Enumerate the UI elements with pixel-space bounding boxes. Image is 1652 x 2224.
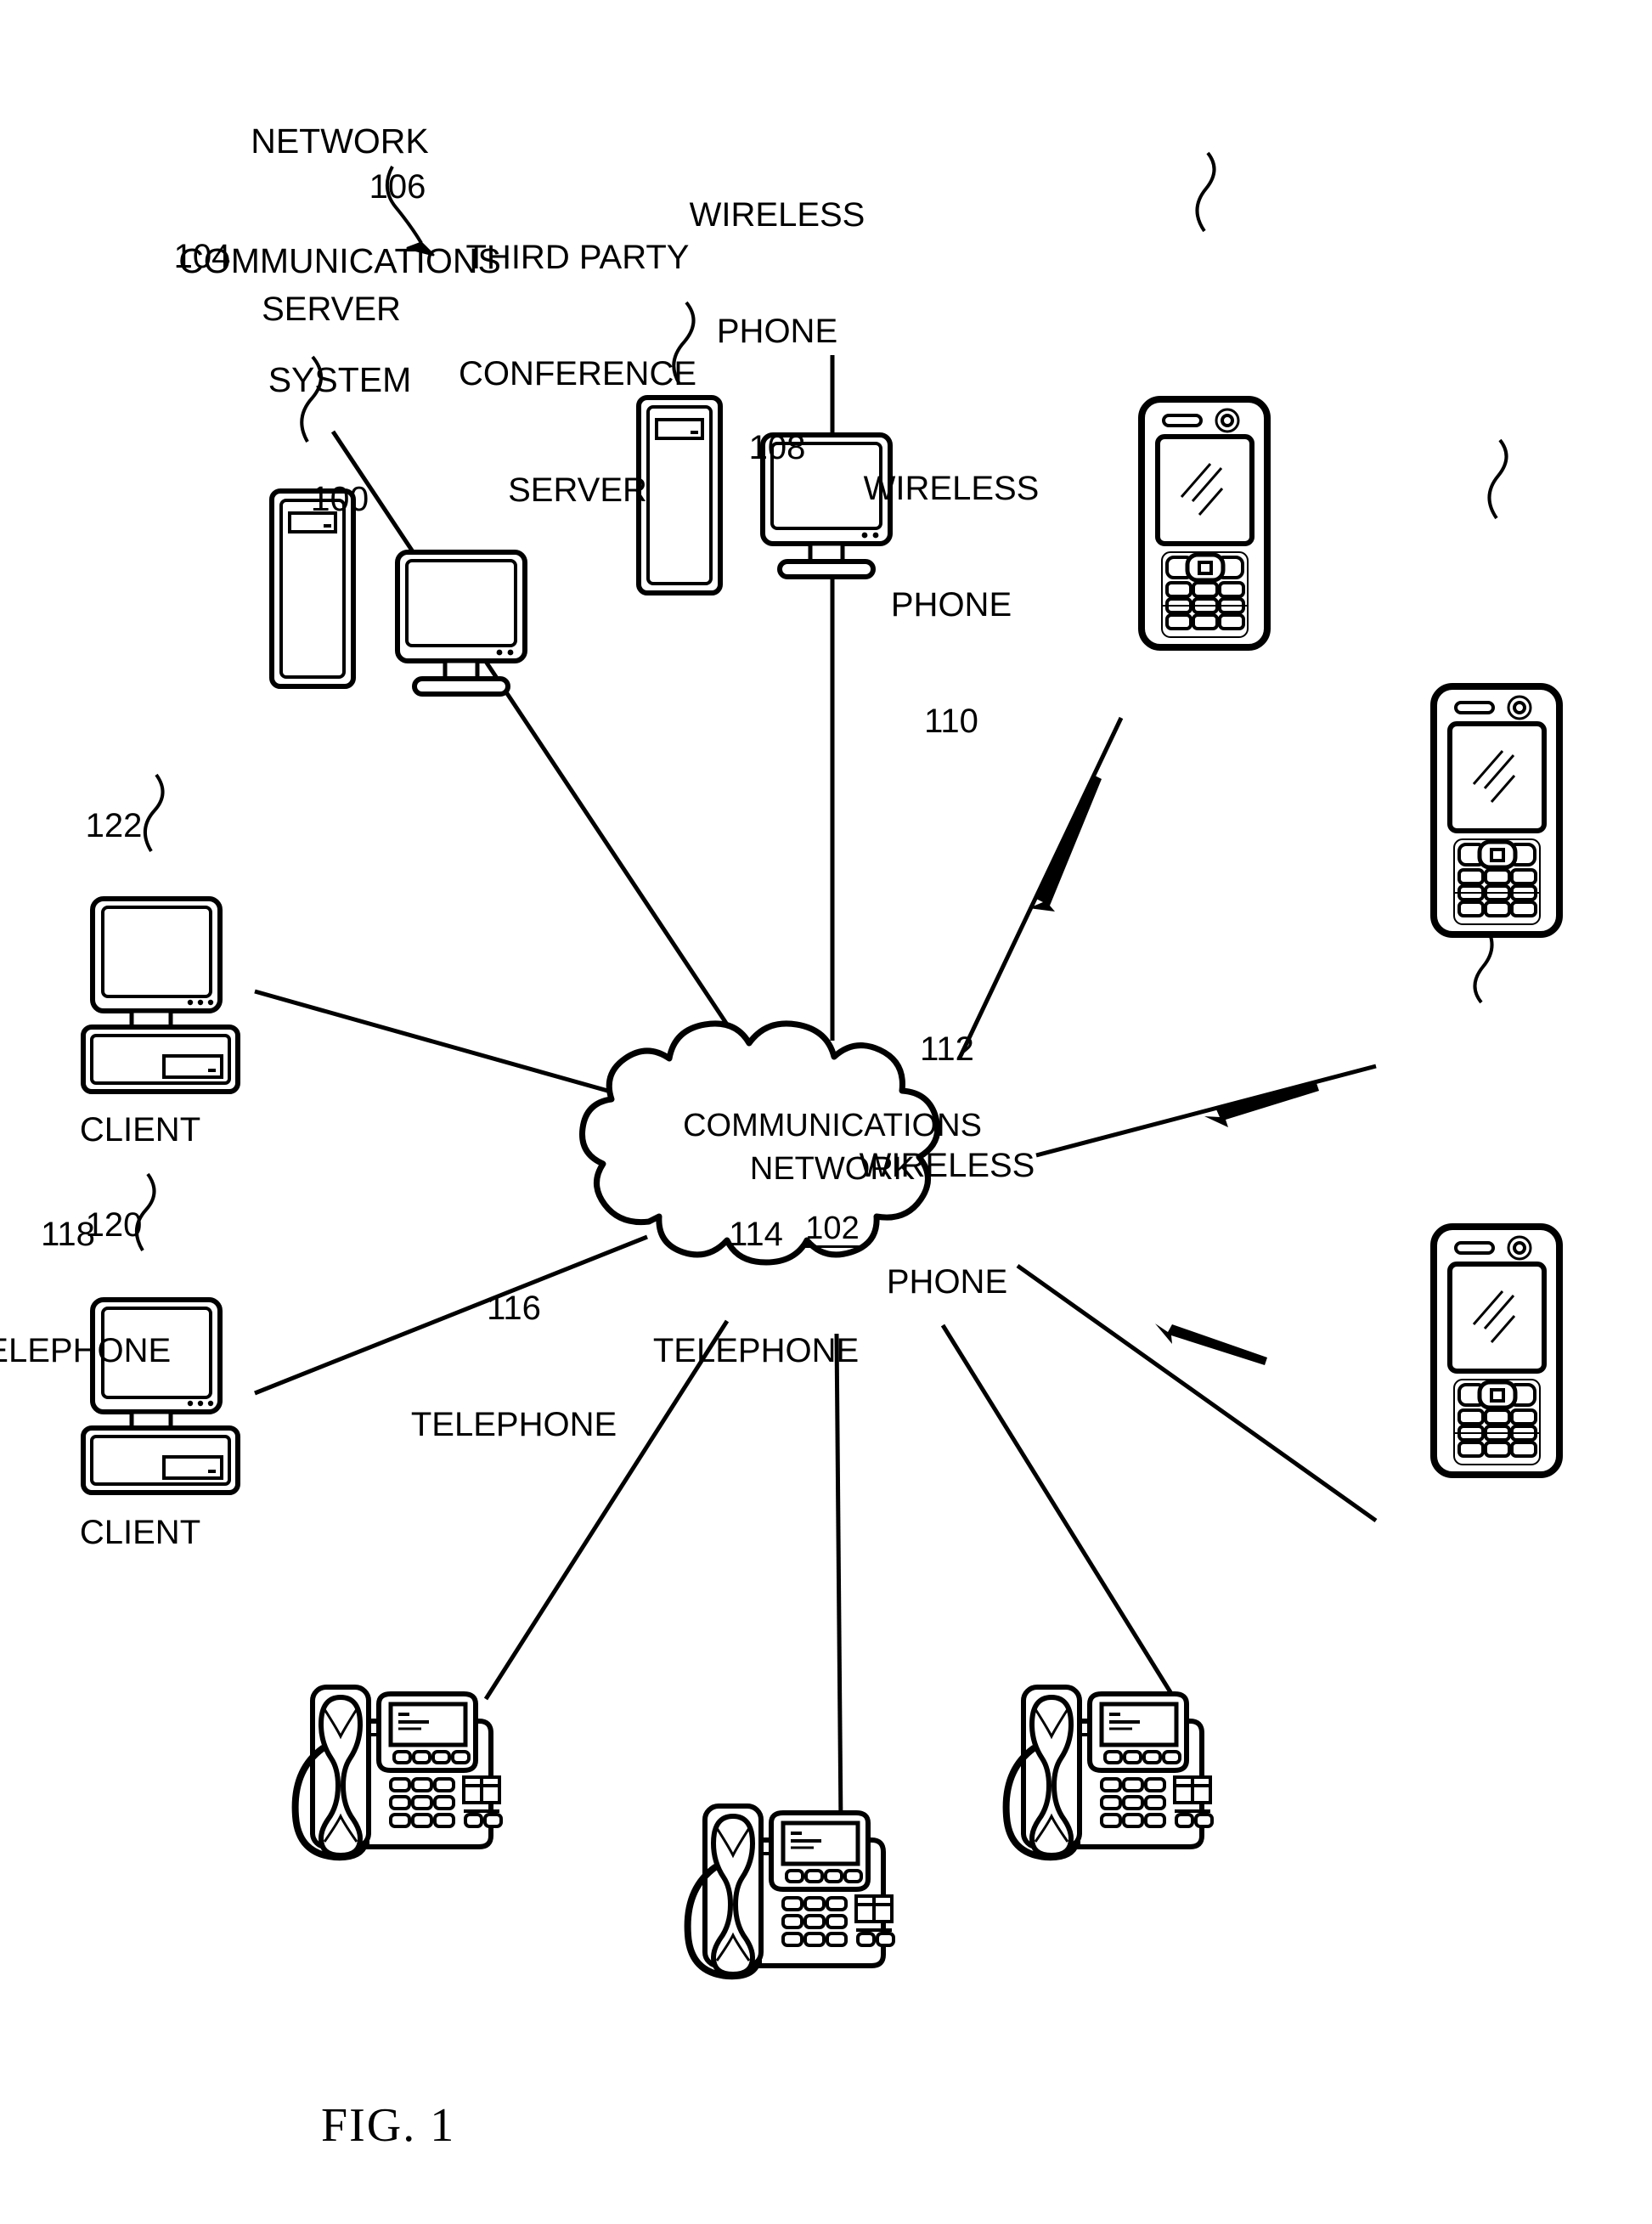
device-telephone-116[interactable]	[688, 1806, 894, 1976]
label-telephone-116: 116 TELEPHONE	[327, 1212, 701, 1522]
label-116-text: TELEPHONE	[410, 1405, 617, 1443]
label-108-line-2: PHONE	[716, 312, 838, 350]
network-name-line-1: COMMUNICATIONS	[683, 1108, 982, 1143]
device-telephone-118[interactable]	[296, 1687, 501, 1857]
label-wireless-phone-110: WIRELESS PHONE 110	[764, 392, 1138, 819]
ref-104: 104	[173, 238, 231, 275]
wireless-bolt-112	[1155, 1324, 1267, 1365]
label-telephone-118: 118 TELEPHONE	[0, 1138, 255, 1448]
device-wireless-phone-110[interactable]	[1434, 686, 1559, 934]
network-ref: 102	[805, 1210, 860, 1246]
patent-figure-1: NETWORK COMMUNICATIONS SYSTEM 100 104 SE…	[0, 0, 1652, 2224]
label-108-line-1: WIRELESS	[689, 196, 865, 234]
leader-108	[1195, 151, 1216, 233]
label-110-line-2: PHONE	[890, 585, 1012, 624]
device-wireless-phone-112[interactable]	[1434, 1227, 1559, 1475]
device-wireless-phone-108[interactable]	[1142, 399, 1267, 647]
label-110-line-1: WIRELESS	[863, 470, 1040, 508]
figure-title-line-1: NETWORK	[251, 121, 429, 161]
ref-116: 116	[487, 1290, 541, 1328]
label-client-120: CLIENT	[79, 1514, 201, 1551]
label-118-text: TELEPHONE	[0, 1331, 172, 1369]
device-client-122[interactable]	[83, 899, 238, 1092]
ref-110: 110	[924, 702, 978, 740]
network-name-line-2: NETWORK	[749, 1151, 916, 1188]
ref-120: 120	[85, 1206, 143, 1244]
label-client-122: CLIENT	[79, 1111, 201, 1149]
link-telephone114-network	[940, 1324, 1177, 1701]
ref-122: 122	[85, 807, 143, 844]
figure-caption: FIG. 1	[321, 2099, 456, 2152]
ref-112: 112	[920, 1030, 974, 1069]
leader-110	[1487, 438, 1508, 520]
network-cloud-label: COMMUNICATIONS NETWORK 102	[646, 1104, 1019, 1250]
device-telephone-114[interactable]	[1006, 1687, 1212, 1857]
